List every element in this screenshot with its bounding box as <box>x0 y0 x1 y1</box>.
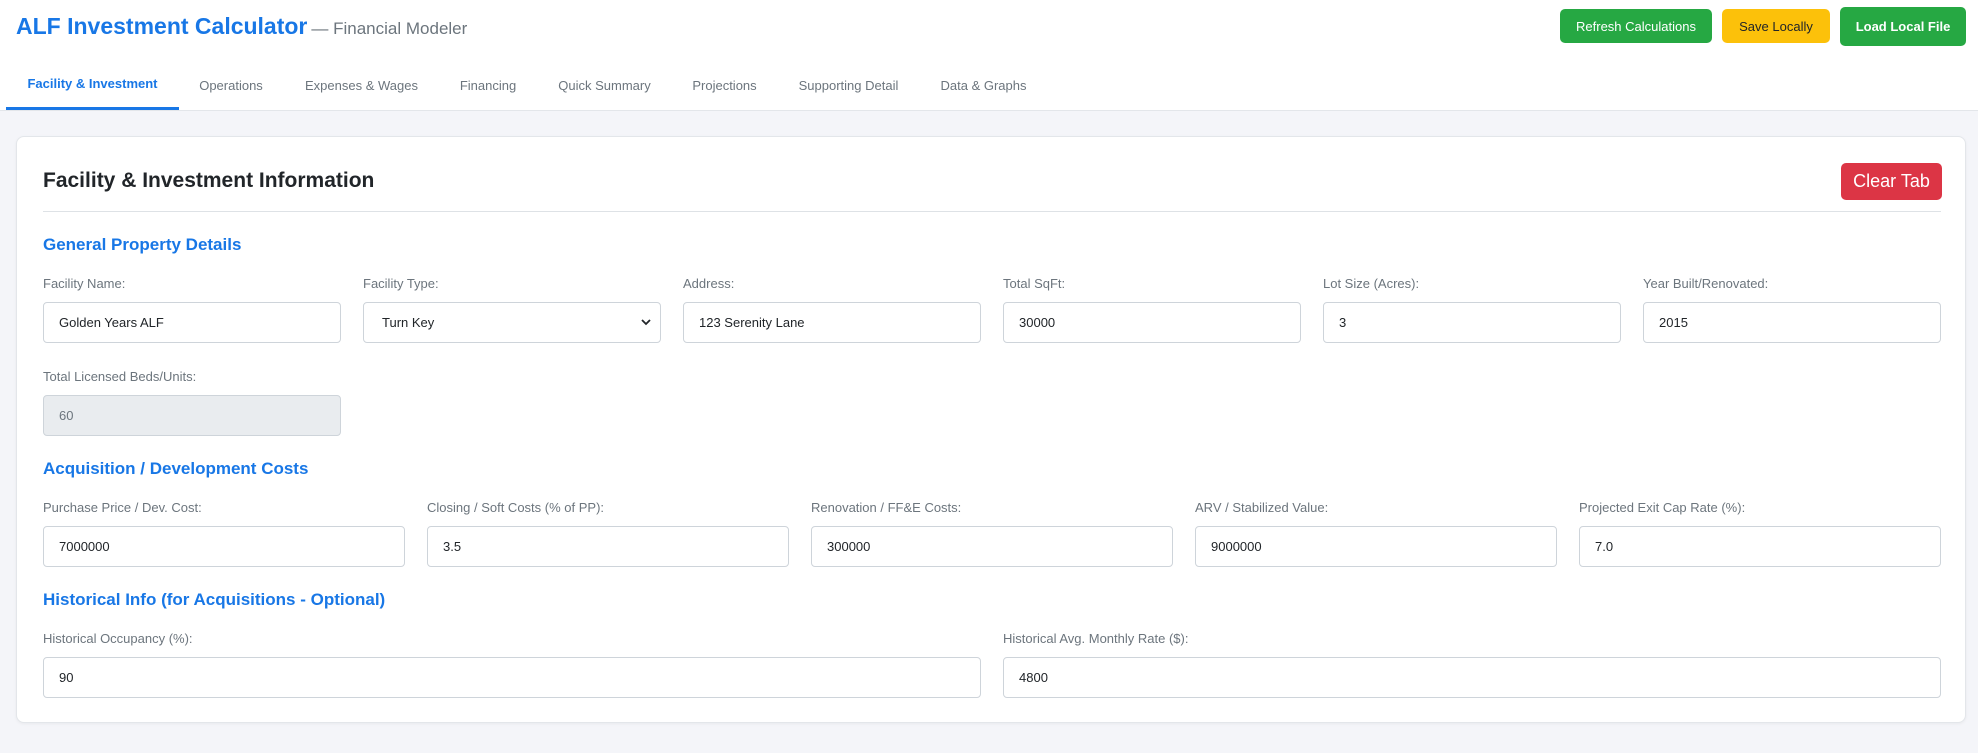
tab-expenses-wages[interactable]: Expenses & Wages <box>283 60 440 110</box>
chevron-down-icon <box>641 319 651 326</box>
licensed-beds-label: Total Licensed Beds/Units: <box>43 369 197 384</box>
historical-info-heading: Historical Info (for Acquisitions - Opti… <box>43 590 386 609</box>
year-built-input[interactable] <box>1643 302 1941 343</box>
app-title-text: ALF Investment Calculator <box>16 13 308 39</box>
tab-projections[interactable]: Projections <box>673 60 776 110</box>
closing-costs-input[interactable] <box>427 526 789 567</box>
app-subtitle: — Financial Modeler <box>311 19 468 38</box>
historical-occupancy-input[interactable] <box>43 657 981 698</box>
historical-occupancy-label: Historical Occupancy (%): <box>43 631 193 646</box>
acquisition-costs-heading: Acquisition / Development Costs <box>43 459 309 478</box>
exit-cap-rate-label: Projected Exit Cap Rate (%): <box>1579 500 1746 515</box>
lot-size-input[interactable] <box>1323 302 1621 343</box>
tab-operations[interactable]: Operations <box>179 60 283 110</box>
tab-financing[interactable]: Financing <box>440 60 536 110</box>
historical-monthly-rate-input[interactable] <box>1003 657 1941 698</box>
purchase-price-input[interactable] <box>43 526 405 567</box>
renovation-costs-label: Renovation / FF&E Costs: <box>811 500 962 515</box>
tab-supporting-detail[interactable]: Supporting Detail <box>776 60 921 110</box>
closing-costs-label: Closing / Soft Costs (% of PP): <box>427 500 605 515</box>
app-title: ALF Investment Calculator — Financial Mod… <box>16 13 467 40</box>
facility-name-label: Facility Name: <box>43 276 126 291</box>
year-built-label: Year Built/Renovated: <box>1643 276 1769 291</box>
total-sqft-input[interactable] <box>1003 302 1301 343</box>
clear-tab-button[interactable]: Clear Tab <box>1841 163 1942 200</box>
app-header: ALF Investment Calculator — Financial Mod… <box>0 0 1978 60</box>
tab-quick-summary[interactable]: Quick Summary <box>536 60 673 110</box>
load-local-file-button[interactable]: Load Local File <box>1840 7 1966 46</box>
save-locally-button[interactable]: Save Locally <box>1722 9 1830 43</box>
refresh-calculations-button[interactable]: Refresh Calculations <box>1560 9 1712 43</box>
licensed-beds-input <box>43 395 341 436</box>
facility-name-input[interactable] <box>43 302 341 343</box>
exit-cap-rate-input[interactable] <box>1579 526 1941 567</box>
tab-bar: Facility & Investment Operations Expense… <box>0 60 1978 111</box>
renovation-costs-input[interactable] <box>811 526 1173 567</box>
card-title: Facility & Investment Information <box>43 169 375 192</box>
facility-type-value: Turn Key <box>382 315 435 330</box>
address-input[interactable] <box>683 302 981 343</box>
facility-investment-card: Facility & Investment Information Clear … <box>16 136 1966 723</box>
tab-data-graphs[interactable]: Data & Graphs <box>921 60 1046 110</box>
total-sqft-label: Total SqFt: <box>1003 276 1066 291</box>
purchase-price-label: Purchase Price / Dev. Cost: <box>43 500 202 515</box>
tab-facility-investment[interactable]: Facility & Investment <box>6 60 179 110</box>
arv-input[interactable] <box>1195 526 1557 567</box>
facility-type-label: Facility Type: <box>363 276 439 291</box>
facility-type-select[interactable]: Turn Key <box>363 302 661 343</box>
lot-size-label: Lot Size (Acres): <box>1323 276 1420 291</box>
historical-monthly-rate-label: Historical Avg. Monthly Rate ($): <box>1003 631 1189 646</box>
general-property-details-heading: General Property Details <box>43 235 242 254</box>
address-label: Address: <box>683 276 735 291</box>
arv-label: ARV / Stabilized Value: <box>1195 500 1329 515</box>
divider <box>43 211 1941 212</box>
